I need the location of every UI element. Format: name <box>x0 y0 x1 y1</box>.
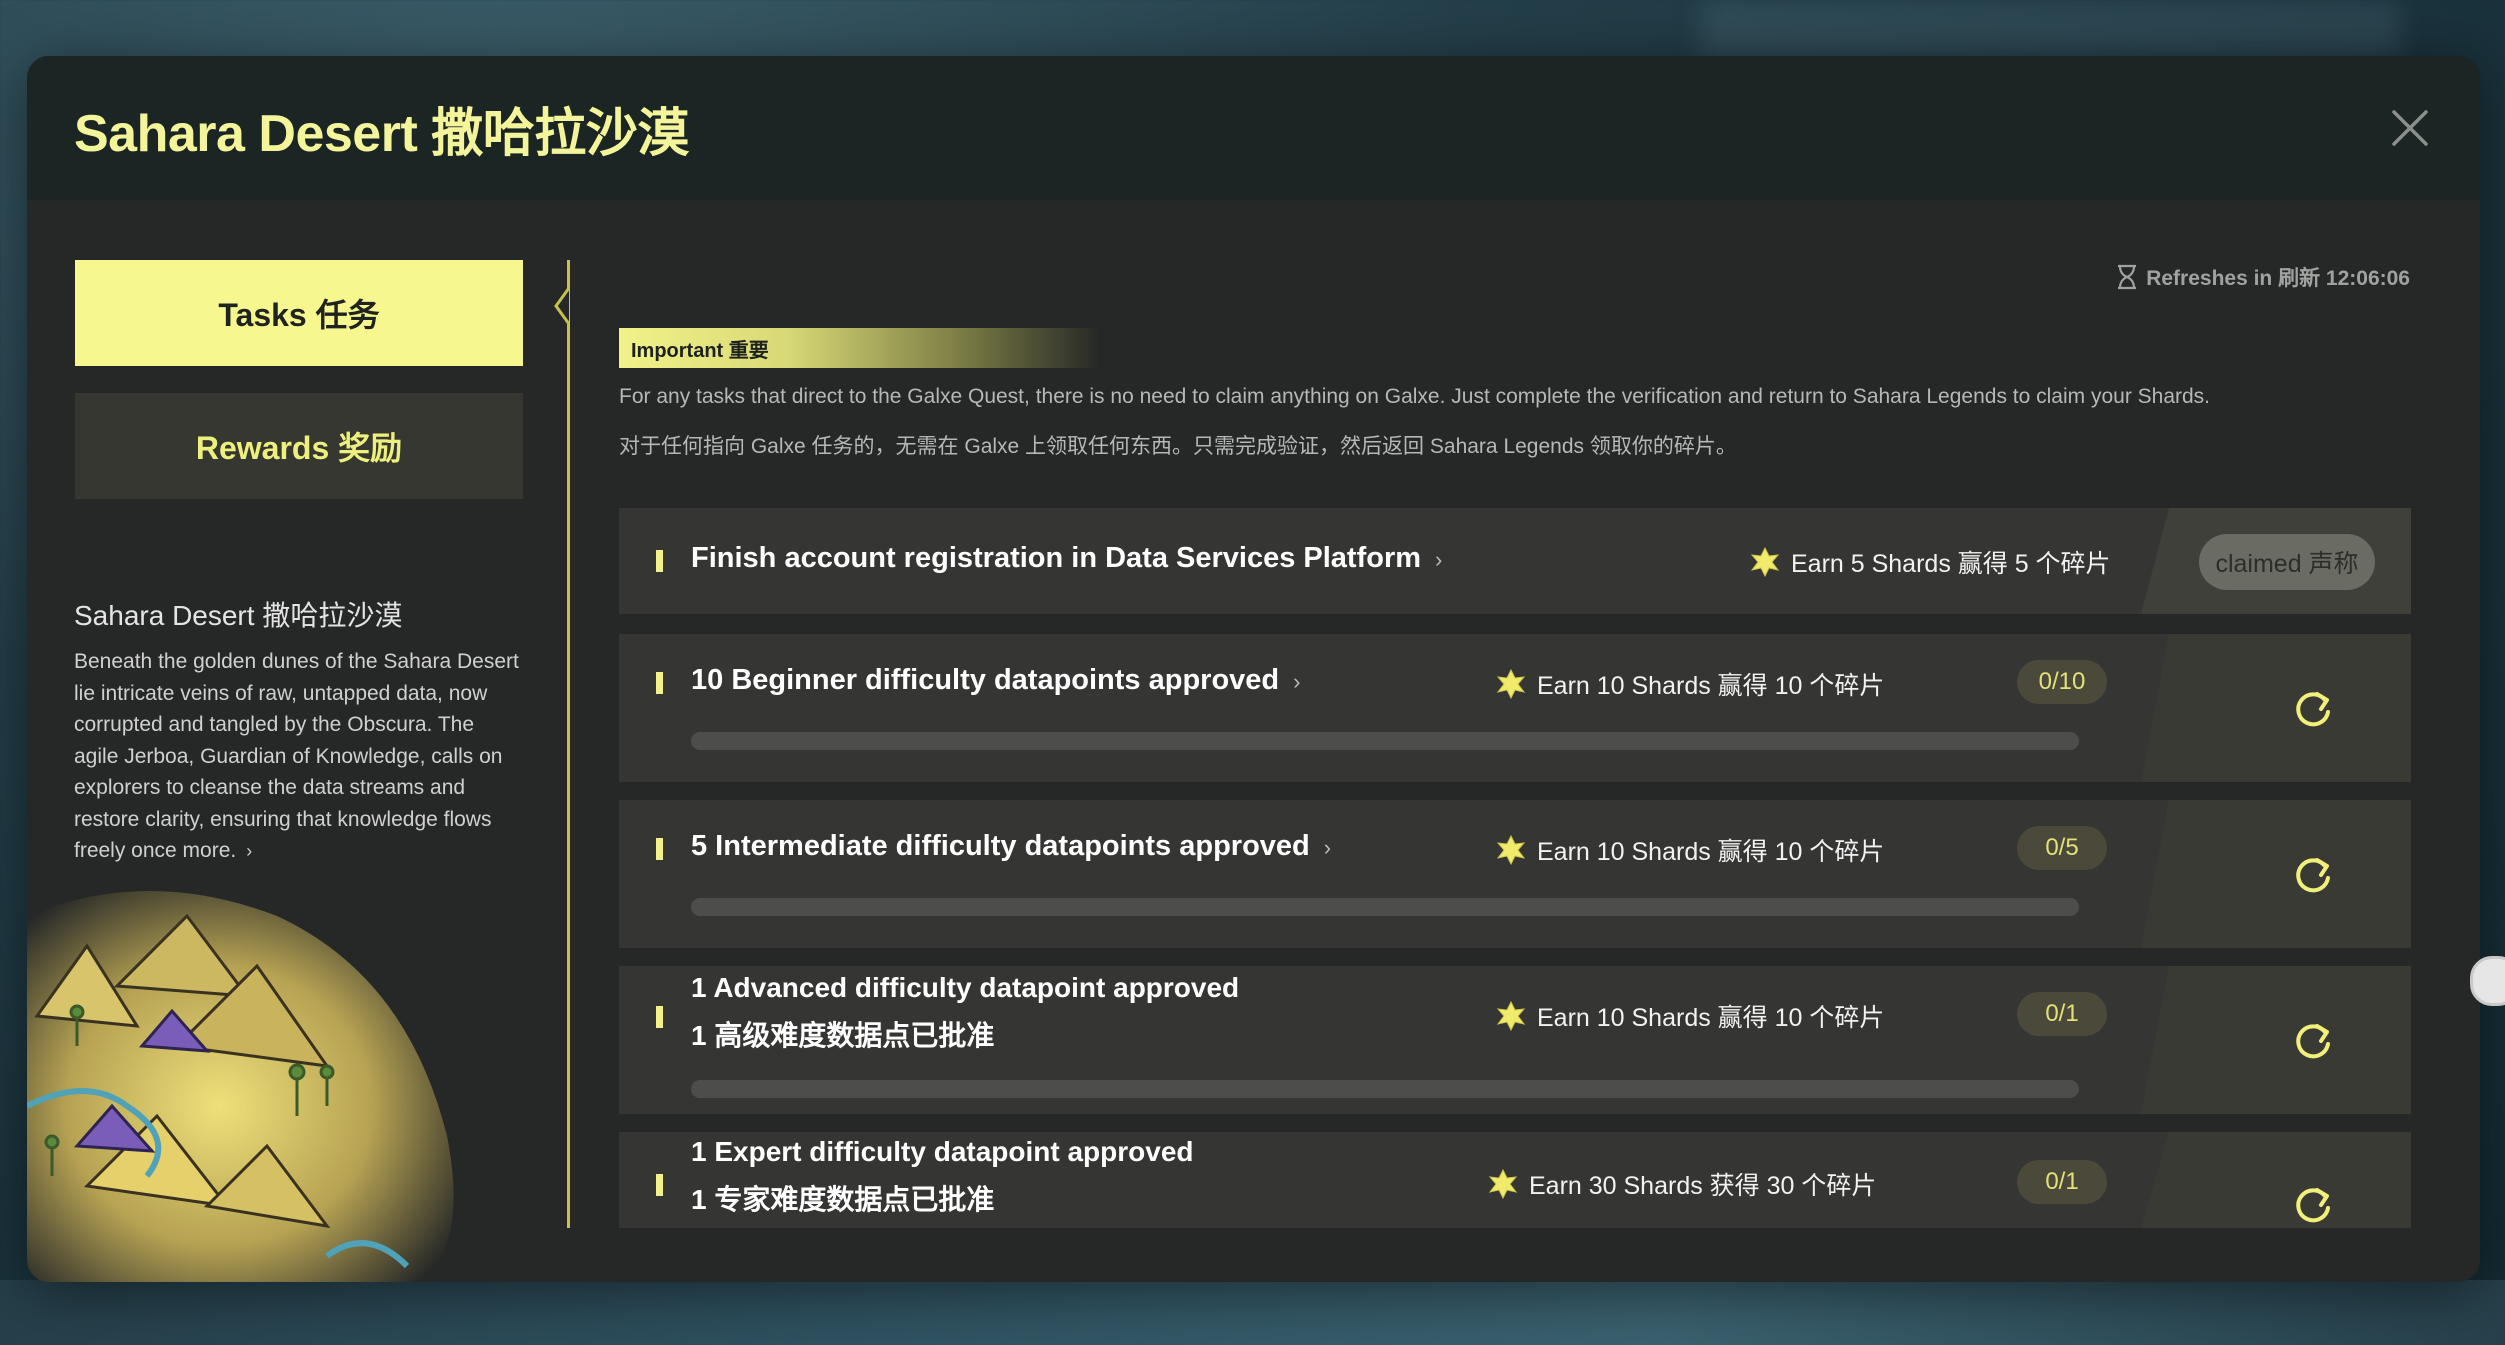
task-action-area <box>2141 1132 2411 1228</box>
task-marker <box>656 672 663 694</box>
task-reward: Earn 10 Shards 赢得 10 个碎片 <box>1495 666 1884 702</box>
task-title[interactable]: 5 Intermediate difficulty datapoints app… <box>691 830 1331 863</box>
task-marker <box>656 838 663 860</box>
notice-text-en: For any tasks that direct to the Galxe Q… <box>619 385 2211 408</box>
modal-header: Sahara Desert 撒哈拉沙漠 <box>27 56 2480 200</box>
refresh-text: Refreshes in 刷新 12:06:06 <box>2146 267 2410 290</box>
progress-count: 0/1 <box>2017 1160 2107 1204</box>
task-row-advanced: 1 Advanced difficulty datapoint approved… <box>619 966 2411 1114</box>
refresh-icon[interactable] <box>2291 1184 2335 1228</box>
desert-illustration <box>27 891 454 1282</box>
task-row-intermediate: 5 Intermediate difficulty datapoints app… <box>619 800 2411 948</box>
reward-text: Earn 10 Shards 赢得 10 个碎片 <box>1537 838 1885 866</box>
task-row-beginner: 10 Beginner difficulty datapoints approv… <box>619 634 2411 782</box>
progress-bar <box>691 732 2079 750</box>
chevron-right-icon: › <box>1293 669 1301 694</box>
task-marker <box>656 1006 663 1028</box>
panel-divider <box>567 260 570 1228</box>
chevron-right-icon: › <box>1323 835 1332 860</box>
reward-text: Earn 10 Shards 赢得 10 个碎片 <box>1537 672 1885 700</box>
claimed-button[interactable]: claimed 声称 <box>2199 534 2375 590</box>
background-blur <box>1700 0 2400 60</box>
shard-icon <box>1496 834 1526 866</box>
shard-icon <box>1496 1000 1526 1032</box>
task-body <box>619 634 2179 782</box>
task-title-text: Finish account registration in Data Serv… <box>691 542 1422 574</box>
progress-bar <box>691 1080 2079 1098</box>
reward-text: Earn 5 Shards 赢得 5 个碎片 <box>1791 550 2111 578</box>
background-footer <box>0 1280 2505 1345</box>
progress-count: 0/5 <box>2017 826 2107 870</box>
notice-text-cn: 对于任何指向 Galxe 任务的，无需在 Galxe 上领取任何东西。只需完成验… <box>619 435 1737 458</box>
shard-icon <box>1750 546 1780 578</box>
task-reward: Earn 5 Shards 赢得 5 个碎片 <box>1749 544 2111 580</box>
region-description-text: Beneath the golden dunes of the Sahara D… <box>74 650 519 862</box>
important-label: Important 重要 <box>619 328 1099 368</box>
chevron-right-icon[interactable]: › <box>246 841 252 861</box>
task-action-area: claimed 声称 <box>2141 508 2411 614</box>
task-reward: Earn 30 Shards 获得 30 个碎片 <box>1487 1166 1876 1202</box>
close-icon[interactable] <box>2386 104 2434 152</box>
task-action-area <box>2141 966 2411 1114</box>
task-row-registration: claimed 声称 Finish account registration i… <box>619 508 2411 614</box>
refresh-icon[interactable] <box>2291 854 2335 898</box>
shard-icon <box>1488 1168 1518 1200</box>
task-marker <box>656 1174 663 1196</box>
task-subtitle: 1 高级难度数据点已批准 <box>691 1020 995 1051</box>
task-title[interactable]: 10 Beginner difficulty datapoints approv… <box>691 664 1300 697</box>
task-body <box>619 800 2179 948</box>
task-action-area <box>2141 800 2411 948</box>
floating-assistant-icon[interactable] <box>2470 956 2505 1006</box>
reward-text: Earn 10 Shards 赢得 10 个碎片 <box>1537 1004 1885 1032</box>
region-title: Sahara Desert 撒哈拉沙漠 <box>74 600 403 631</box>
shard-icon <box>1496 668 1526 700</box>
tab-tasks[interactable]: Tasks 任务 <box>75 260 523 366</box>
chevron-right-icon: › <box>1435 547 1443 572</box>
tab-rewards[interactable]: Rewards 奖励 <box>75 393 523 499</box>
sahara-modal: Sahara Desert 撒哈拉沙漠 Tasks 任务 Rewards 奖励 … <box>27 56 2480 1282</box>
task-reward: Earn 10 Shards 赢得 10 个碎片 <box>1495 998 1884 1034</box>
modal-title: Sahara Desert 撒哈拉沙漠 <box>74 104 689 163</box>
progress-bar <box>691 898 2079 916</box>
progress-count: 0/10 <box>2017 660 2107 704</box>
task-title-text: 10 Beginner difficulty datapoints approv… <box>691 664 1280 696</box>
refresh-timer: Refreshes in 刷新 12:06:06 <box>2116 262 2410 292</box>
task-title[interactable]: 1 Advanced difficulty datapoint approved <box>691 972 1239 1004</box>
task-subtitle: 1 专家难度数据点已批准 <box>691 1184 995 1215</box>
task-action-area <box>2141 634 2411 782</box>
task-row-expert: 1 Expert difficulty datapoint approved 1… <box>619 1132 2411 1228</box>
region-description: Beneath the golden dunes of the Sahara D… <box>74 646 524 868</box>
reward-text: Earn 30 Shards 获得 30 个碎片 <box>1529 1172 1877 1200</box>
task-reward: Earn 10 Shards 赢得 10 个碎片 <box>1495 832 1884 868</box>
task-title[interactable]: 1 Expert difficulty datapoint approved <box>691 1136 1194 1168</box>
divider-notch <box>554 288 570 324</box>
hourglass-icon <box>2118 264 2137 290</box>
progress-count: 0/1 <box>2017 992 2107 1036</box>
refresh-icon[interactable] <box>2291 1020 2335 1064</box>
task-title[interactable]: Finish account registration in Data Serv… <box>691 542 1442 575</box>
task-marker <box>656 550 663 572</box>
refresh-icon[interactable] <box>2291 688 2335 732</box>
task-title-text: 5 Intermediate difficulty datapoints app… <box>691 830 1310 862</box>
